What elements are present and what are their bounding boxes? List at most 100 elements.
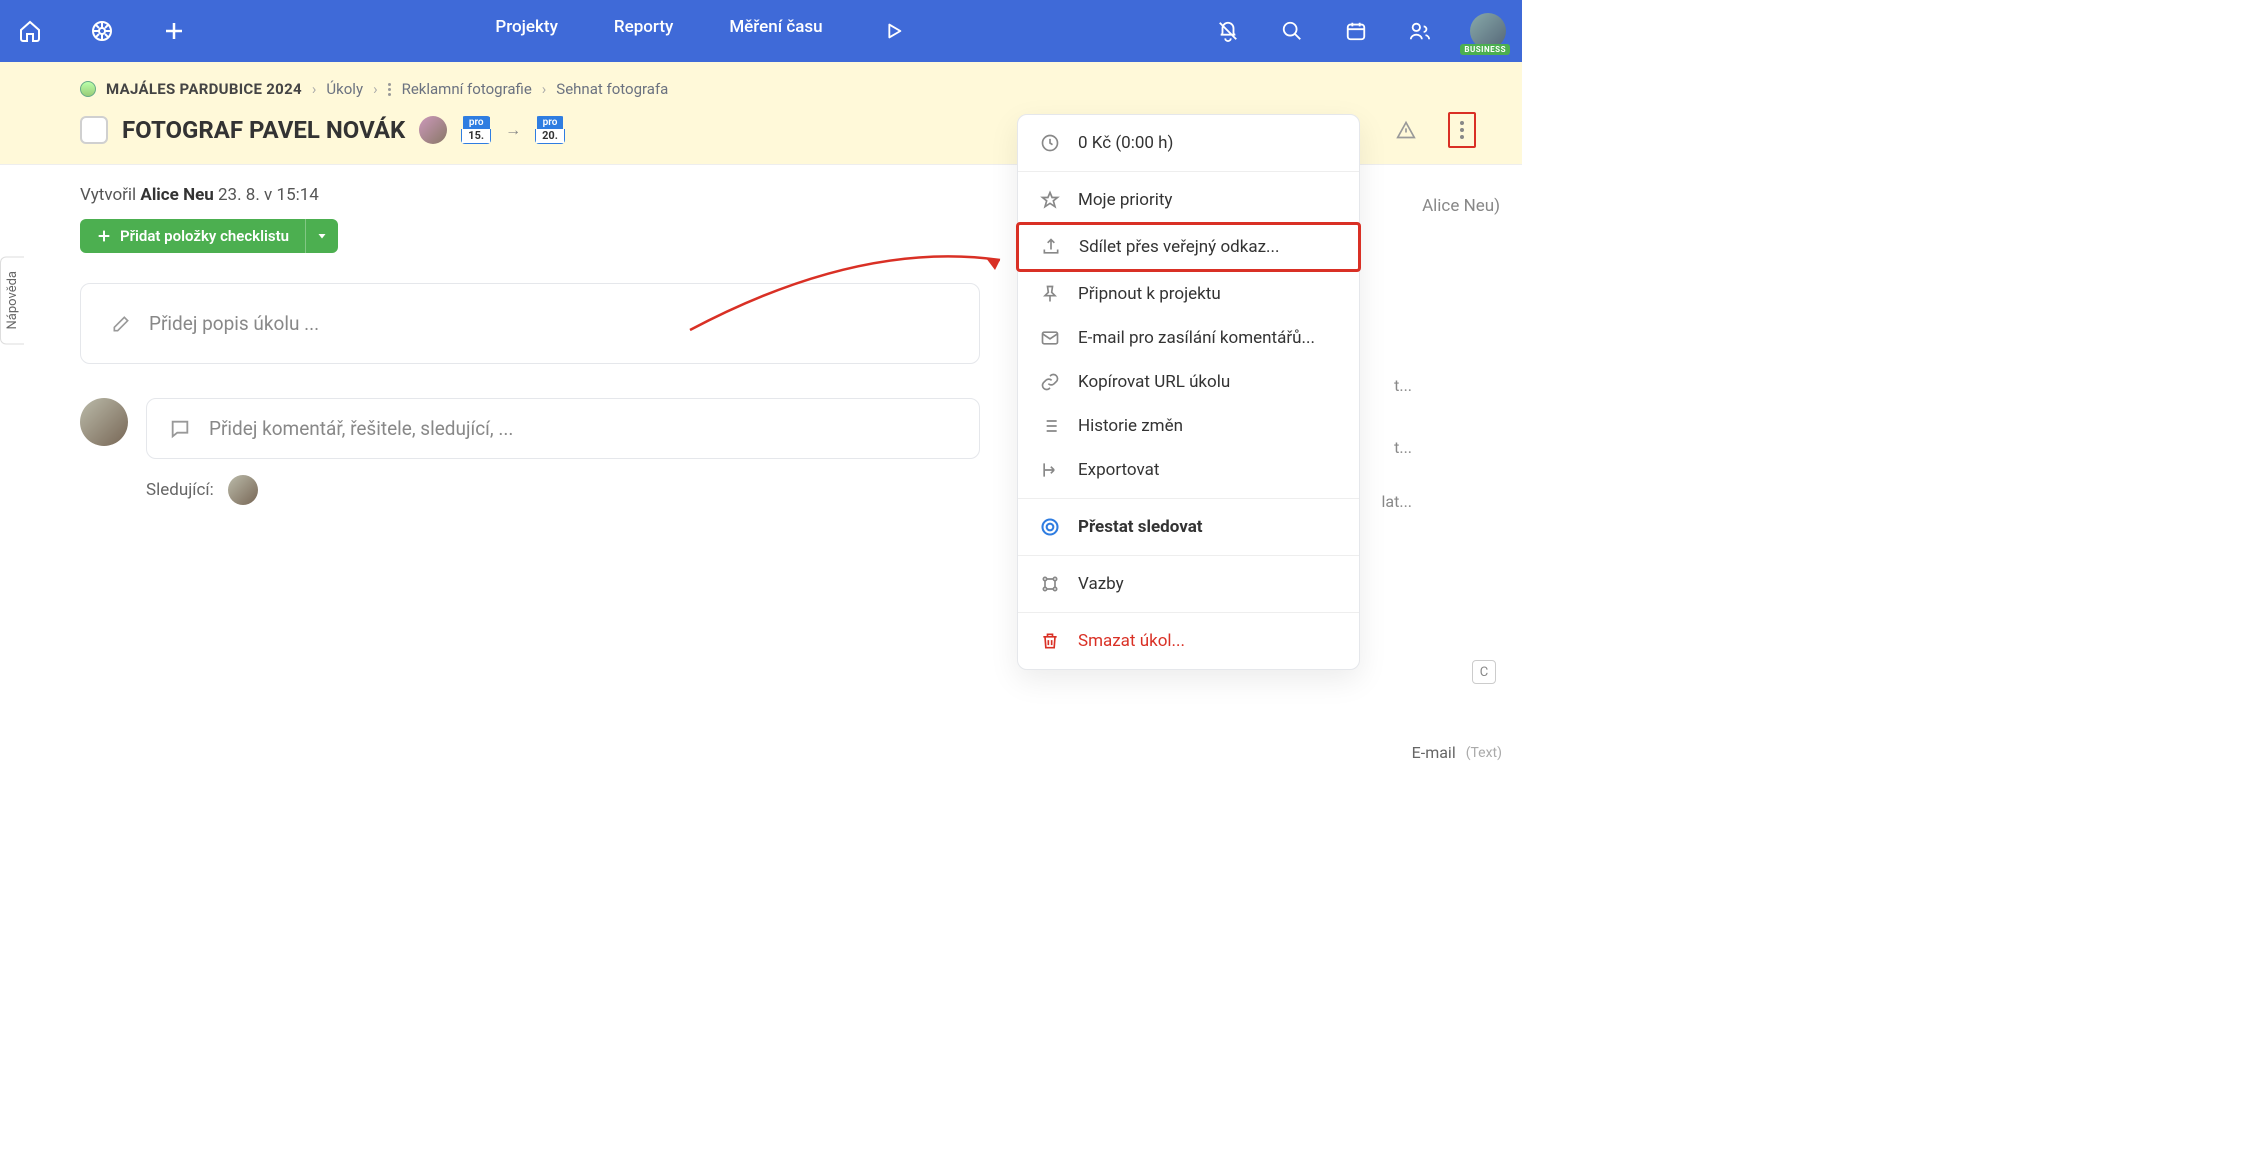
date-from-pill[interactable]: pro 15.	[461, 116, 491, 144]
menu-my-priorities[interactable]: Moje priority	[1018, 178, 1359, 222]
top-bar: Projekty Reporty Měření času BUSINESS	[0, 0, 1522, 62]
created-meta: Vytvořil Alice Neu 23. 8. v 15:14	[80, 185, 980, 205]
truncated-text: t...	[1394, 376, 1412, 395]
assignee-avatar[interactable]	[419, 116, 447, 144]
chevron-right-icon: ›	[312, 80, 317, 98]
menu-separator	[1018, 171, 1359, 172]
menu-label: Historie změn	[1078, 416, 1183, 436]
menu-label: E-mail pro zasílání komentářů...	[1078, 328, 1315, 348]
task-checkbox[interactable]	[80, 116, 108, 144]
right-panel-peek: Alice Neu)	[1422, 196, 1500, 216]
menu-label: Smazat úkol...	[1078, 631, 1185, 651]
link-icon	[1040, 372, 1062, 392]
play-nav-icon[interactable]	[879, 17, 907, 45]
menu-export[interactable]: Exportovat	[1018, 448, 1359, 492]
help-tab[interactable]: Nápověda	[0, 256, 24, 344]
menu-label: Připnout k projektu	[1078, 284, 1221, 304]
topbar-nav: Projekty Reporty Měření času	[495, 17, 906, 45]
wheel-icon[interactable]	[88, 17, 116, 45]
add-checklist-button[interactable]: Přidat položky checklistu	[80, 219, 305, 253]
followers-row: Sledující:	[146, 475, 980, 505]
email-field-hint: (Text)	[1466, 745, 1502, 761]
menu-email-comments[interactable]: E-mail pro zasílání komentářů...	[1018, 316, 1359, 360]
trash-icon	[1040, 631, 1062, 651]
menu-links[interactable]: Vazby	[1018, 562, 1359, 606]
eye-icon	[1040, 517, 1062, 537]
plus-icon[interactable]	[160, 17, 188, 45]
more-menu-button[interactable]	[1448, 112, 1476, 148]
menu-pin-project[interactable]: Připnout k projektu	[1018, 272, 1359, 316]
nav-projects[interactable]: Projekty	[495, 17, 558, 45]
menu-label: Přestat sledovat	[1078, 517, 1203, 537]
home-icon[interactable]	[16, 17, 44, 45]
list-icon	[1040, 416, 1062, 436]
task-dropdown-menu: 0 Kč (0:00 h) Moje priority Sdílet přes …	[1017, 114, 1360, 670]
menu-label: Moje priority	[1078, 190, 1172, 210]
export-icon	[1040, 460, 1062, 480]
bell-off-icon[interactable]	[1214, 17, 1242, 45]
menu-share-public[interactable]: Sdílet přes veřejný odkaz...	[1019, 225, 1358, 269]
menu-separator	[1018, 498, 1359, 499]
email-field-label: E-mail	[1412, 743, 1456, 762]
share-icon	[1041, 237, 1063, 257]
project-icon	[80, 81, 96, 97]
star-icon	[1040, 190, 1062, 210]
menu-history[interactable]: Historie změn	[1018, 404, 1359, 448]
description-placeholder: Přidej popis úkolu ...	[149, 312, 319, 335]
followers-label: Sledující:	[146, 480, 214, 500]
task-content: Vytvořil Alice Neu 23. 8. v 15:14 Přidat…	[0, 165, 1010, 505]
breadcrumb: MAJÁLES PARDUBICE 2024 › Úkoly › Reklamn…	[80, 80, 1492, 98]
chevron-right-icon: ›	[542, 80, 547, 98]
arrow-right-icon: →	[505, 120, 521, 140]
search-icon[interactable]	[1278, 17, 1306, 45]
menu-separator	[1018, 555, 1359, 556]
comment-avatar	[80, 398, 128, 446]
menu-time-cost[interactable]: 0 Kč (0:00 h)	[1018, 121, 1359, 165]
pin-icon	[1040, 284, 1062, 304]
menu-highlight: Sdílet přes veřejný odkaz...	[1016, 222, 1361, 272]
pencil-icon	[111, 314, 131, 334]
chevron-right-icon: ›	[373, 80, 378, 98]
breadcrumb-project[interactable]: MAJÁLES PARDUBICE 2024	[106, 80, 302, 98]
nav-time-tracking[interactable]: Měření času	[729, 17, 822, 45]
c-badge: C	[1472, 660, 1496, 684]
menu-label: Exportovat	[1078, 460, 1159, 480]
checklist-button-group: Přidat položky checklistu	[80, 219, 338, 253]
breadcrumb-more-icon[interactable]	[388, 83, 392, 96]
menu-separator	[1018, 612, 1359, 613]
menu-delete-task[interactable]: Smazat úkol...	[1018, 619, 1359, 663]
date-label: pro	[463, 116, 490, 129]
clock-icon	[1040, 133, 1062, 153]
comment-input[interactable]: Přidej komentář, řešitele, sledující, ..…	[146, 398, 980, 459]
task-title[interactable]: FOTOGRAF PAVEL NOVÁK	[122, 116, 405, 144]
meta-author: Alice Neu	[140, 185, 213, 205]
topbar-right: BUSINESS	[1214, 13, 1506, 49]
nav-reports[interactable]: Reporty	[614, 17, 673, 45]
truncated-text: lat...	[1382, 492, 1412, 511]
date-value: 15.	[461, 129, 491, 144]
comment-placeholder: Přidej komentář, řešitele, sledující, ..…	[209, 417, 513, 440]
breadcrumb-item[interactable]: Sehnat fotografa	[556, 80, 668, 98]
truncated-text: t...	[1394, 438, 1412, 457]
links-icon	[1040, 574, 1062, 594]
menu-stop-watching[interactable]: Přestat sledovat	[1018, 505, 1359, 549]
date-to-pill[interactable]: pro 20.	[535, 116, 565, 144]
meta-prefix: Vytvořil	[80, 185, 136, 205]
calendar-icon[interactable]	[1342, 17, 1370, 45]
breadcrumb-item[interactable]: Reklamní fotografie	[402, 80, 532, 98]
email-field[interactable]: E-mail (Text)	[1412, 743, 1502, 762]
checklist-button-label: Přidat položky checklistu	[120, 227, 289, 245]
menu-copy-url[interactable]: Kopírovat URL úkolu	[1018, 360, 1359, 404]
meta-when: 23. 8. v 15:14	[218, 185, 319, 205]
comment-icon	[169, 418, 191, 440]
user-avatar[interactable]: BUSINESS	[1470, 13, 1506, 49]
people-icon[interactable]	[1406, 17, 1434, 45]
checklist-dropdown-button[interactable]	[305, 219, 338, 253]
topbar-left	[16, 17, 188, 45]
warning-icon[interactable]	[1392, 116, 1420, 144]
follower-avatar[interactable]	[228, 475, 258, 505]
breadcrumb-tasks[interactable]: Úkoly	[326, 80, 363, 98]
menu-label: Vazby	[1078, 574, 1124, 594]
description-card[interactable]: Přidej popis úkolu ...	[80, 283, 980, 364]
date-label: pro	[537, 116, 564, 129]
